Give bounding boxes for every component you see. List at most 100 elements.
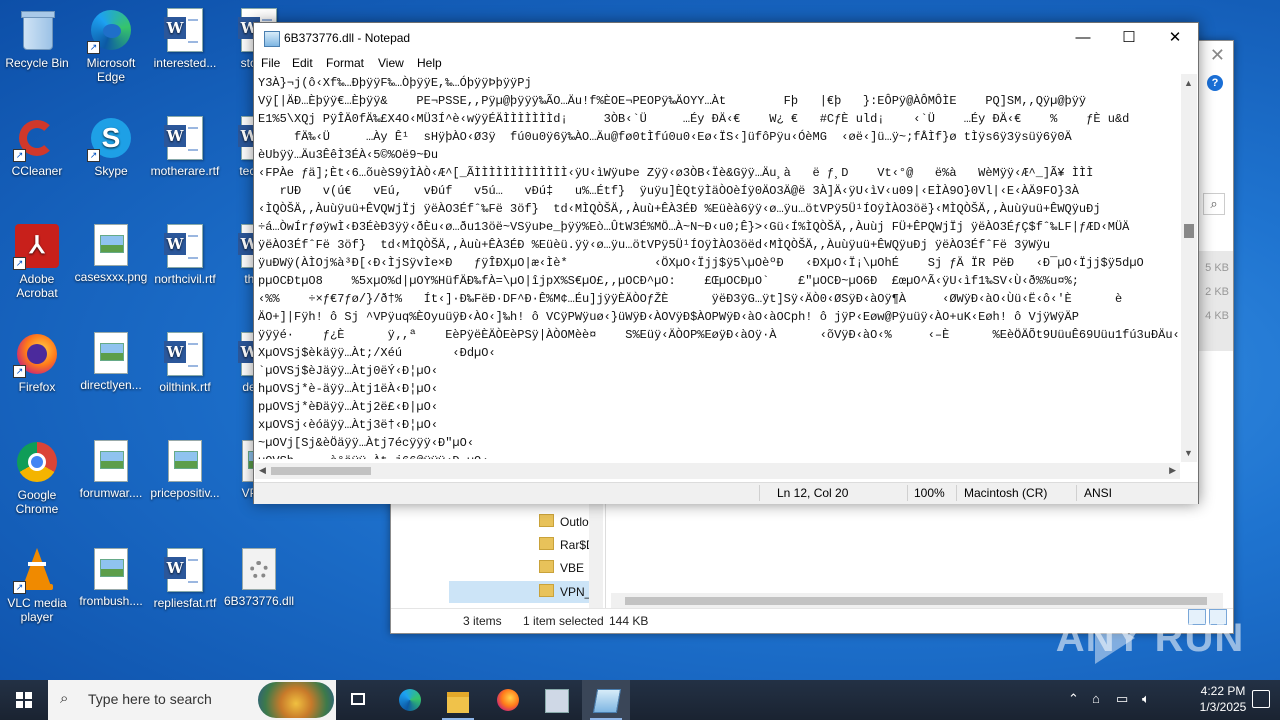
taskbar-notepad[interactable] — [582, 680, 630, 720]
desktop-icon-acrobat[interactable]: ⅄ ↗ Adobe Acrobat — [0, 224, 74, 300]
acrobat-icon: ⅄ ↗ — [13, 224, 59, 270]
network-icon[interactable]: ⌂ — [1092, 691, 1100, 706]
desktop-icon-label: Adobe Acrobat — [16, 272, 58, 300]
text-line: `µOVSj$èJäÿÿ…Àtj0ëÝ‹Ð¦µO‹ — [258, 364, 439, 378]
folder-icon — [539, 537, 554, 550]
maximize-button[interactable]: ☐ — [1106, 23, 1152, 53]
task-view-button[interactable] — [336, 680, 384, 720]
taskbar: ⌕ Type here to search ⌃ ⌂ ▭ 🔈︎ 4:22 PM 1… — [0, 680, 1280, 720]
wifi-icon[interactable]: ▭ — [1116, 691, 1128, 707]
desktop-icon-repliesfat[interactable]: W repliesfat.rtf — [148, 548, 222, 610]
text-line: ‹FPÀe ƒä];Èt‹6…õuèS9ÿÌÀÒ‹Æ^[_ÃÌÌÌÌÌÌÌÌÌÌ… — [258, 166, 1094, 180]
nav-item-label: VPN_ — [560, 585, 592, 599]
word-doc-icon: W — [164, 332, 203, 376]
notepad-icon — [592, 689, 622, 713]
word-doc-icon: W — [164, 8, 203, 52]
nav-item-vbe[interactable]: VBE — [449, 557, 599, 579]
desktop-icon-directlyen[interactable]: directlyen... — [74, 332, 148, 392]
chevron-up-icon[interactable]: ⌃ — [1068, 691, 1079, 707]
horizontal-scrollbar[interactable] — [611, 593, 1223, 609]
close-button[interactable]: ✕ — [1152, 23, 1198, 53]
desktop-icon-chrome[interactable]: Google Chrome — [0, 440, 74, 516]
desktop: Recycle Bin ↗ CCleaner ⅄ ↗ Adobe Acrobat… — [0, 0, 1280, 680]
nav-item-rar[interactable]: Rar$D — [449, 534, 599, 556]
text-line: ÿuÐWÿ(ÀÌOj%à³Ð[‹Ð‹ÌjSÿvÌe×Ð ƒÿÎÐXµO|æ‹Ìè… — [258, 256, 1144, 270]
scroll-thumb[interactable] — [271, 467, 371, 475]
menu-file[interactable]: File — [261, 56, 280, 70]
scroll-right-icon[interactable]: ▶ — [1169, 465, 1176, 476]
menu-help[interactable]: Help — [417, 56, 442, 70]
desktop-icon-casesxxx[interactable]: casesxxx.png — [74, 224, 148, 284]
desktop-icon-recycle-bin[interactable]: Recycle Bin — [0, 8, 74, 70]
desktop-icon-label: VLC media player — [7, 596, 67, 624]
scroll-up-icon[interactable]: ▲ — [1184, 78, 1193, 88]
taskbar-file-explorer[interactable] — [434, 680, 482, 720]
skype-icon: S ↗ — [87, 116, 133, 162]
text-line: fÄ‰‹Ü …Ày Ê¹ sHÿþÀO‹Ø3ÿ fú0u0ÿ6ÿ‰ÀO…Äu@f… — [258, 130, 1072, 144]
desktop-icon-edge[interactable]: ↗ Microsoft Edge — [74, 8, 148, 84]
taskbar-app[interactable] — [532, 680, 580, 720]
encoding: ANSI — [1084, 486, 1113, 500]
image-file-icon — [94, 332, 128, 374]
nav-item-vpn[interactable]: VPN_ — [449, 581, 599, 603]
desktop-icon-interested[interactable]: W interested... — [148, 8, 222, 70]
desktop-icon-pricepositiv[interactable]: pricepositiv... — [148, 440, 222, 500]
nav-item-outlook[interactable]: Outlo — [449, 511, 599, 533]
line-ending: Macintosh (CR) — [964, 486, 1048, 500]
taskbar-search[interactable]: ⌕ Type here to search — [48, 680, 336, 720]
vertical-scrollbar[interactable]: ▲ ▼ — [1181, 74, 1197, 462]
notepad-window[interactable]: 6B373776.dll - Notepad — ☐ ✕ File Edit F… — [253, 22, 1199, 504]
file-size: 4 KB — [1205, 310, 1229, 322]
scroll-thumb[interactable] — [625, 597, 1207, 605]
window-title: 6B373776.dll - Notepad — [284, 31, 411, 45]
image-file-icon — [168, 440, 202, 482]
scroll-thumb[interactable] — [1184, 224, 1194, 238]
text-line: rUÐ v(ú€ vEú, vÐúf v5ú… vÐú‡ u%…Étf} ÿuÿ… — [258, 184, 1079, 198]
text-line: Y3À}¬j(ô‹Xf‰…ÐþÿÿF‰…ÒþÿÿE,‰…ÓþÿÿÞþÿÿPj — [258, 76, 532, 90]
search-icon[interactable]: ⌕ — [1203, 193, 1225, 215]
desktop-icon-label: oilthink.rtf — [159, 380, 211, 394]
windows-logo-icon — [16, 692, 32, 708]
notification-icon[interactable] — [1252, 690, 1270, 708]
edge-icon: ↗ — [87, 8, 133, 54]
word-doc-icon: W — [164, 116, 203, 160]
help-icon[interactable]: ? — [1207, 75, 1223, 91]
menu-edit[interactable]: Edit — [292, 56, 313, 70]
desktop-icon-label: casesxxx.png — [74, 270, 148, 284]
desktop-icon-ccleaner[interactable]: ↗ CCleaner — [0, 116, 74, 178]
item-count: 3 items — [463, 614, 502, 628]
start-button[interactable] — [0, 680, 48, 720]
desktop-icon-label: frombush.... — [79, 594, 143, 608]
file-size: 2 KB — [1205, 286, 1229, 298]
desktop-icon-motherare[interactable]: W motherare.rtf — [148, 116, 222, 178]
desktop-icon-skype[interactable]: S ↗ Skype — [74, 116, 148, 178]
horizontal-scrollbar[interactable]: ◀ ▶ — [255, 463, 1180, 479]
desktop-icon-oilthink[interactable]: W oilthink.rtf — [148, 332, 222, 394]
taskbar-edge[interactable] — [386, 680, 434, 720]
menu-view[interactable]: View — [378, 56, 404, 70]
nav-scrollbar[interactable] — [589, 503, 603, 609]
clock[interactable]: 4:22 PM 1/3/2025 — [1188, 683, 1258, 715]
scroll-left-icon[interactable]: ◀ — [259, 465, 266, 476]
clock-time: 4:22 PM — [1200, 684, 1246, 698]
volume-icon[interactable]: 🔈︎ — [1142, 691, 1150, 707]
desktop-icon-vlc[interactable]: ↗ VLC media player — [0, 548, 74, 624]
text-editor[interactable]: Y3À}¬j(ô‹Xf‰…ÐþÿÿF‰…ÒþÿÿE,‰…ÓþÿÿÞþÿÿPj Vÿ… — [258, 74, 1180, 459]
menu-format[interactable]: Format — [326, 56, 364, 70]
desktop-icon-label: Google Chrome — [15, 488, 59, 516]
close-icon[interactable]: ✕ — [1210, 45, 1225, 66]
desktop-icon-label: repliesfat.rtf — [153, 596, 217, 610]
navigation-pane: Outlo Rar$D VBE VPN_ — [449, 503, 606, 609]
taskbar-firefox[interactable] — [484, 680, 532, 720]
title-bar[interactable]: 6B373776.dll - Notepad — ☐ ✕ — [254, 23, 1198, 53]
desktop-icon-dll[interactable]: 6B373776.dll — [222, 548, 296, 608]
text-line: ÄO+]|Fÿh! ô Sj ^VPÿuq%ÈOyuüÿÐ‹ÀO‹]‰h! ô … — [258, 310, 1079, 324]
desktop-icon-label: Microsoft Edge — [86, 56, 136, 84]
desktop-icon-northcivil[interactable]: W northcivil.rtf — [148, 224, 222, 286]
status-bar: Ln 12, Col 20 100% Macintosh (CR) ANSI — [254, 482, 1198, 504]
desktop-icon-firefox[interactable]: ↗ Firefox — [0, 332, 74, 394]
desktop-icon-frombush[interactable]: frombush.... — [74, 548, 148, 608]
minimize-button[interactable]: — — [1060, 23, 1106, 53]
scroll-down-icon[interactable]: ▼ — [1184, 448, 1193, 458]
desktop-icon-forumwar[interactable]: forumwar.... — [74, 440, 148, 500]
